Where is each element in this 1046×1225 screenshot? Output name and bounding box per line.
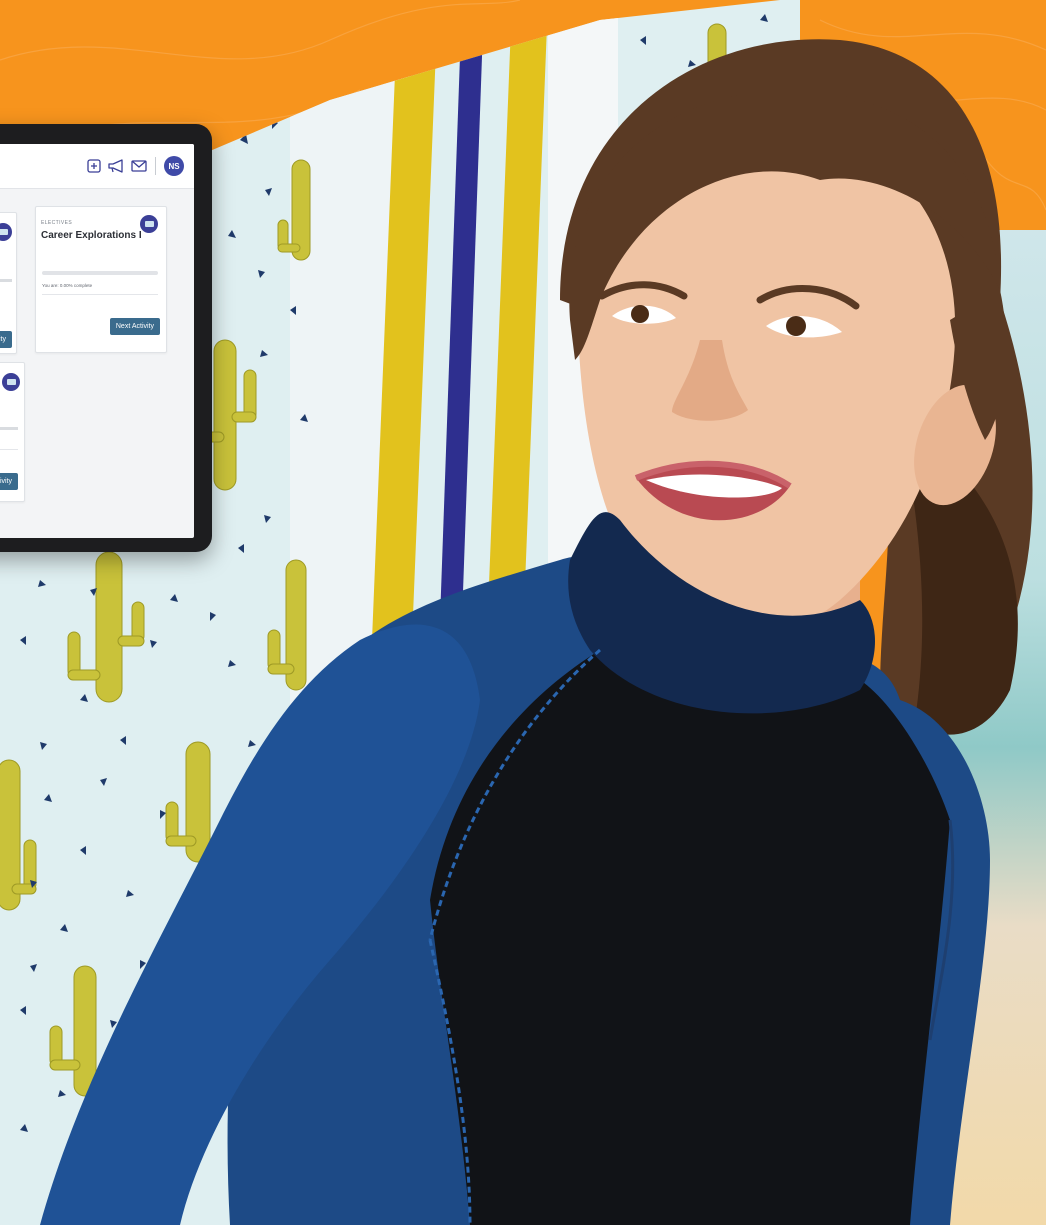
smiling-girl (40, 39, 1033, 1225)
scene: NS ity ELECTIVES Career Explorations I Y… (0, 0, 1046, 1225)
